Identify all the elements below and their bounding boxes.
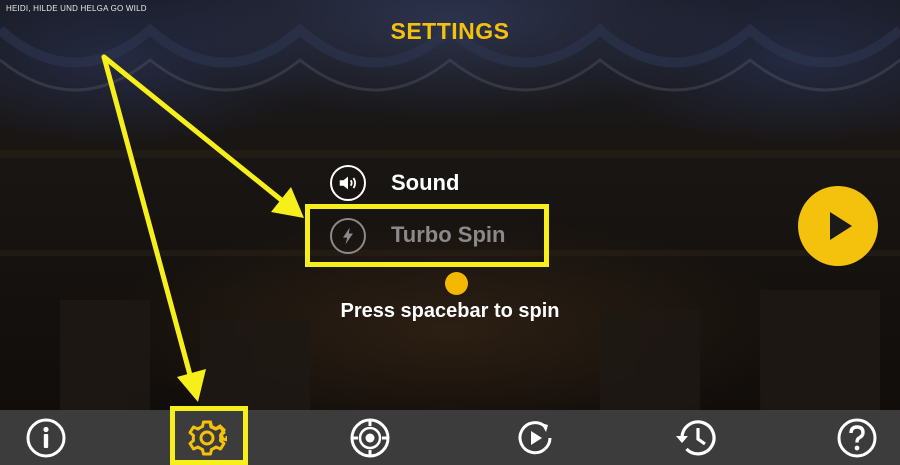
annotation-arrows bbox=[101, 54, 304, 402]
arrow-to-turbo-spin bbox=[101, 54, 293, 210]
arrowhead-settings-button bbox=[177, 369, 206, 402]
arrow-to-settings-button bbox=[101, 54, 196, 389]
arrowhead-turbo-spin bbox=[271, 187, 304, 218]
